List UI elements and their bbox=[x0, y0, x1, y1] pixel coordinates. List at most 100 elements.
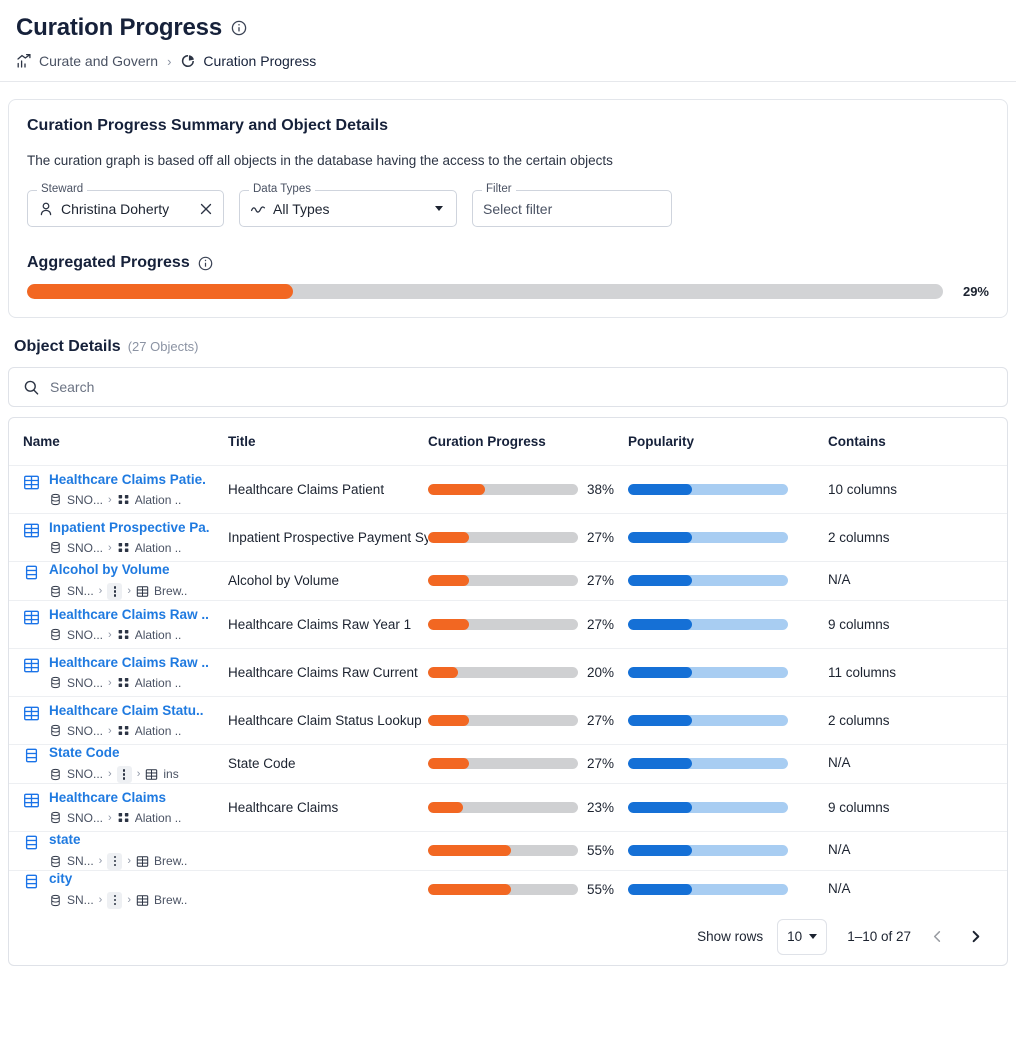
column-header-popularity[interactable]: Popularity bbox=[628, 434, 828, 449]
row-popularity bbox=[628, 575, 828, 587]
path-overflow-button[interactable] bbox=[107, 852, 123, 870]
popularity-fill bbox=[628, 666, 692, 678]
column-header-name[interactable]: Name bbox=[23, 434, 228, 449]
popularity-bar bbox=[628, 884, 788, 896]
aggregated-progress-header: Aggregated Progress bbox=[27, 254, 989, 272]
filter-select[interactable]: Filter Select filter bbox=[472, 183, 672, 227]
row-curation-progress: 27% bbox=[428, 573, 628, 588]
table-row[interactable]: Healthcare Claims SNO... › Alation .. Health… bbox=[9, 784, 1007, 832]
popularity-bar bbox=[628, 618, 788, 630]
path-label: SNO... bbox=[67, 492, 104, 507]
row-name-link[interactable]: State Code bbox=[49, 745, 179, 762]
data-types-filter[interactable]: Data Types All Types bbox=[239, 183, 457, 227]
table-row[interactable]: State Code SNO... › › ins State Code 27% N/A bbox=[9, 745, 1007, 784]
curation-progress-percent: 38% bbox=[587, 482, 615, 497]
curation-progress-fill bbox=[428, 618, 469, 630]
table-row[interactable]: city SN... › › Brew.. 55% N/A bbox=[9, 871, 1007, 909]
row-name-link[interactable]: Healthcare Claims Raw .. bbox=[49, 655, 209, 672]
path-separator: › bbox=[127, 855, 132, 868]
path-database-icon bbox=[49, 724, 62, 737]
row-popularity bbox=[628, 884, 828, 896]
row-name-cell: Healthcare Claim Statu.. SNO... › Alation .… bbox=[23, 703, 228, 738]
search-placeholder: Search bbox=[50, 379, 95, 395]
path-separator: › bbox=[98, 585, 103, 598]
trending-bar-chart-icon bbox=[16, 53, 32, 69]
path-overflow-button[interactable] bbox=[107, 582, 123, 600]
row-path: SNO... › Alation .. bbox=[49, 676, 209, 690]
row-name-link[interactable]: state bbox=[49, 832, 187, 849]
row-name-link[interactable]: Healthcare Claims Patie. bbox=[49, 472, 206, 489]
page-title: Curation Progress bbox=[16, 14, 222, 41]
popularity-bar bbox=[628, 532, 788, 543]
wave-icon bbox=[250, 201, 266, 217]
table-row[interactable]: Healthcare Claims Raw .. SNO... › Alation .… bbox=[9, 601, 1007, 649]
row-curation-progress: 55% bbox=[428, 882, 628, 897]
table-footer: Show rows 10 1–10 of 27 bbox=[9, 909, 1007, 965]
popularity-fill bbox=[628, 758, 692, 770]
path-separator: › bbox=[127, 894, 132, 906]
row-name-link[interactable]: Healthcare Claim Statu.. bbox=[49, 703, 204, 720]
column-header-contains[interactable]: Contains bbox=[828, 434, 1007, 449]
row-name-link[interactable]: city bbox=[49, 871, 187, 888]
row-contains: 9 columns bbox=[828, 616, 890, 632]
search-input[interactable]: Search bbox=[8, 367, 1008, 407]
path-separator: › bbox=[136, 768, 141, 781]
table-row[interactable]: Healthcare Claims Raw .. SNO... › Alation .… bbox=[9, 649, 1007, 697]
breadcrumb-item-curate-and-govern[interactable]: Curate and Govern bbox=[16, 53, 158, 69]
filter-select-placeholder: Select filter bbox=[483, 200, 553, 217]
path-database-icon bbox=[49, 541, 62, 554]
row-path: SNO... › Alation .. bbox=[49, 541, 210, 555]
row-popularity bbox=[628, 845, 828, 857]
row-name-link[interactable]: Inpatient Prospective Pa. bbox=[49, 520, 210, 537]
steward-filter[interactable]: Steward Christina Doherty bbox=[27, 183, 224, 227]
curation-progress-percent: 27% bbox=[587, 573, 615, 589]
row-name-cell: Healthcare Claims Raw .. SNO... › Alation .… bbox=[23, 655, 228, 690]
table-row[interactable]: Inpatient Prospective Pa. SNO... › Alation … bbox=[9, 514, 1007, 562]
path-overflow-button[interactable] bbox=[107, 891, 123, 909]
curation-progress-fill bbox=[428, 532, 469, 543]
path-label: SNO... bbox=[67, 723, 104, 738]
path-label: SNO... bbox=[67, 627, 104, 642]
row-name-cell: Inpatient Prospective Pa. SNO... › Alation … bbox=[23, 520, 228, 555]
row-name-link[interactable]: Healthcare Claims bbox=[49, 790, 181, 807]
row-column-icon bbox=[23, 747, 40, 764]
row-title: State Code bbox=[228, 756, 296, 772]
object-details-count: (27 Objects) bbox=[127, 339, 199, 354]
path-label: Alation .. bbox=[134, 723, 182, 738]
path-separator: › bbox=[98, 894, 103, 906]
row-contains: N/A bbox=[828, 880, 851, 896]
info-icon[interactable] bbox=[231, 20, 247, 36]
previous-page-button[interactable] bbox=[925, 925, 949, 949]
row-name-cell: city SN... › › Brew.. bbox=[23, 871, 228, 909]
data-types-filter-value: All Types bbox=[273, 200, 330, 217]
row-name-link[interactable]: Alcohol by Volume bbox=[49, 562, 187, 579]
row-popularity bbox=[628, 532, 828, 543]
filters-row: Steward Christina Doherty Data Types All… bbox=[27, 183, 989, 227]
table-row[interactable]: state SN... › › Brew.. 55% N/A bbox=[9, 832, 1007, 871]
row-title: Healthcare Claim Status Lookup bbox=[228, 712, 422, 728]
path-database-icon bbox=[49, 768, 62, 781]
column-header-curation-progress[interactable]: Curation Progress bbox=[428, 434, 628, 449]
row-path: SNO... › › ins bbox=[49, 765, 179, 783]
chevron-down-icon[interactable] bbox=[432, 202, 446, 216]
column-header-title[interactable]: Title bbox=[228, 434, 428, 449]
row-name-cell: State Code SNO... › › ins bbox=[23, 745, 228, 783]
row-path: SN... › › Brew.. bbox=[49, 582, 187, 600]
row-name-link[interactable]: Healthcare Claims Raw .. bbox=[49, 607, 209, 624]
path-overflow-button[interactable] bbox=[116, 765, 132, 783]
breadcrumb-item-curation-progress[interactable]: Curation Progress bbox=[180, 53, 316, 69]
table-row[interactable]: Alcohol by Volume SN... › › Brew.. Alcohol by… bbox=[9, 562, 1007, 601]
table-row[interactable]: Healthcare Claims Patie. SNO... › Alation .… bbox=[9, 466, 1007, 514]
table-row[interactable]: Healthcare Claim Statu.. SNO... › Alation .… bbox=[9, 697, 1007, 745]
chevron-down-icon bbox=[809, 934, 818, 939]
rows-per-page-select[interactable]: 10 bbox=[777, 918, 828, 955]
curation-progress-percent: 27% bbox=[587, 616, 615, 632]
curation-progress-fill bbox=[428, 758, 469, 770]
path-separator: › bbox=[98, 855, 103, 868]
row-name-cell: Alcohol by Volume SN... › › Brew.. bbox=[23, 562, 228, 600]
row-table-icon bbox=[23, 609, 40, 626]
clear-x-icon[interactable] bbox=[199, 202, 213, 216]
info-icon[interactable] bbox=[198, 256, 213, 271]
next-page-button[interactable] bbox=[963, 925, 987, 949]
path-label: ins bbox=[163, 767, 179, 782]
